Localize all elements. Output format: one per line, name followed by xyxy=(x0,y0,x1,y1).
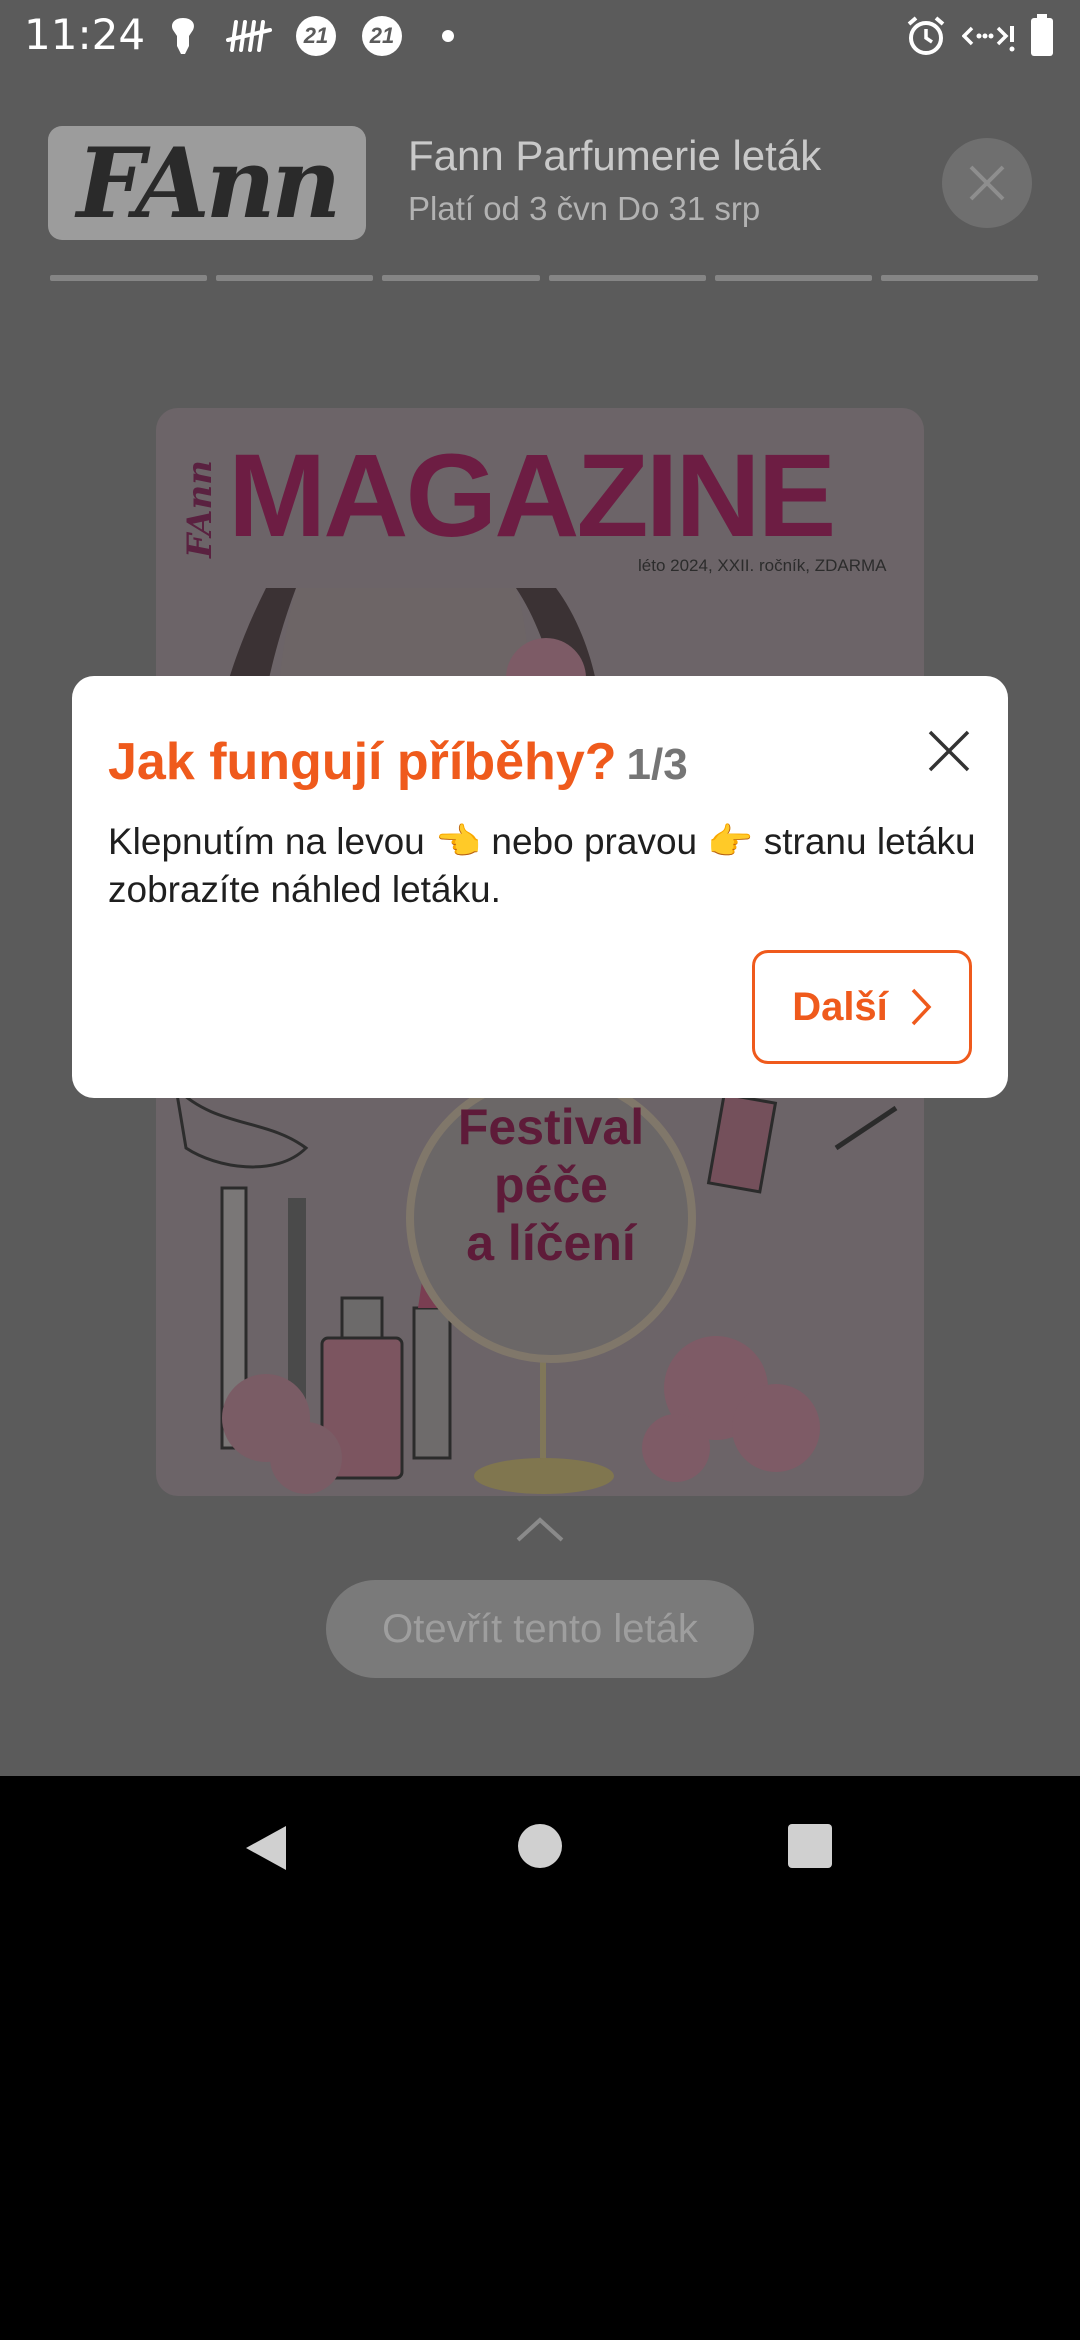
badge-21-icon: 21 xyxy=(362,16,402,56)
dialog-step-counter: 1/3 xyxy=(626,740,688,789)
next-button-label: Další xyxy=(792,984,888,1029)
flyer-headline-line: péče xyxy=(494,1157,608,1213)
progress-segment xyxy=(216,275,374,281)
progress-segment xyxy=(714,275,872,281)
close-icon xyxy=(928,730,970,772)
brand-logo: FAnn xyxy=(48,126,366,240)
chevron-up-icon[interactable] xyxy=(514,1514,566,1544)
chevron-right-icon xyxy=(911,988,932,1026)
status-bar: 11:24 21 21 xyxy=(0,0,1080,72)
alarm-icon xyxy=(904,14,948,58)
story-progress xyxy=(50,275,1039,281)
progress-segment xyxy=(382,275,540,281)
flyer-magazine-title: MAGAZINE xyxy=(228,430,836,562)
home-icon[interactable] xyxy=(516,1822,564,1870)
logo-text: FAnn xyxy=(76,126,342,240)
dialog-close-button[interactable] xyxy=(924,726,974,776)
battery-icon xyxy=(1030,14,1054,58)
progress-segment xyxy=(880,275,1039,281)
flyer-title: Fann Parfumerie leták xyxy=(408,132,822,179)
close-story-button[interactable] xyxy=(942,138,1032,228)
back-icon[interactable] xyxy=(240,1822,292,1874)
story-screen: 11:24 21 21 FAnn Fann Parfumerie leták P… xyxy=(0,0,1080,1776)
dialog-body-text: Klepnutím na levou 👈 nebo pravou 👉 stran… xyxy=(108,821,976,910)
dot-icon xyxy=(442,30,454,42)
flyer-headline-line: Festival xyxy=(457,1099,645,1155)
open-flyer-button[interactable]: Otevřít tento leták xyxy=(326,1580,754,1678)
flyer-headline: Festival péče a líčení xyxy=(416,1098,686,1272)
data-icon xyxy=(962,14,1016,58)
notification-icon xyxy=(164,14,202,58)
tally-icon xyxy=(226,14,274,58)
progress-segment xyxy=(50,275,208,281)
badge-21-icon: 21 xyxy=(296,16,336,56)
flyer-edition: léto 2024, XXII. ročník, ZDARMA xyxy=(638,556,887,575)
status-time: 11:24 xyxy=(24,10,146,59)
recents-icon[interactable] xyxy=(786,1822,834,1870)
dialog-title-text: Jak fungují příběhy? xyxy=(108,733,617,791)
tutorial-dialog: Jak fungují příběhy? 1/3 Klepnutím na lev… xyxy=(72,676,1008,1098)
flyer-brand: FAnn xyxy=(180,460,220,558)
dialog-title: Jak fungují příběhy? 1/3 xyxy=(108,732,688,792)
close-icon xyxy=(969,165,1005,201)
progress-segment xyxy=(548,275,706,281)
next-button[interactable]: Další xyxy=(752,950,972,1064)
system-nav-bar xyxy=(0,1776,1080,1920)
flyer-validity: Platí od 3 čvn Do 31 srp xyxy=(408,190,761,227)
flyer-headline-line: a líčení xyxy=(466,1215,636,1271)
